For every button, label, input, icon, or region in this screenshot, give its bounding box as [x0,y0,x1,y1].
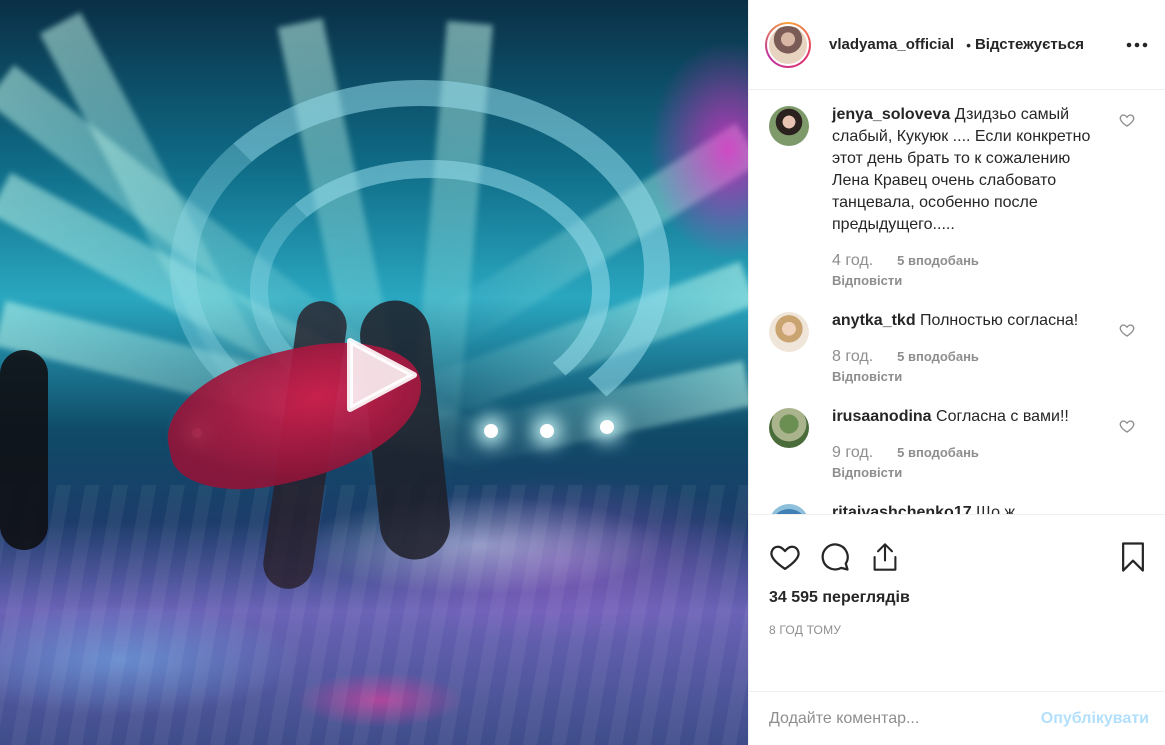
post-actions: 34 595 переглядів 8 ГОД ТОМУ [749,514,1165,691]
comment-text: Дзидзьо самый слабый, Кукуюк .... Если к… [832,106,1091,233]
comment-text: Що ж [976,504,1016,514]
save-button[interactable] [1117,541,1149,573]
commenter-avatar[interactable] [769,504,809,514]
comment-likes[interactable]: 5 вподобань [897,253,979,268]
comment-reply-button[interactable]: Відповісти [832,465,1102,480]
author-username[interactable]: vladyama_official [829,36,954,53]
more-options-button[interactable] [1125,35,1149,55]
instagram-post-modal: vladyama_official • Відстежується jenya_… [0,0,1165,745]
add-comment-bar: Опублікувати [749,691,1165,745]
comment-icon [821,543,849,571]
comment-likes[interactable]: 5 вподобань [897,349,979,364]
comment-input[interactable] [769,709,1041,728]
comment-like-icon[interactable] [1119,112,1135,128]
comment-username[interactable]: irusaanodina [832,408,932,425]
comment-text: Полностью согласна! [920,312,1079,329]
play-button[interactable] [335,330,425,420]
views-count[interactable]: 34 595 переглядів [769,589,1149,607]
header-separator: • [966,36,971,53]
post-timestamp[interactable]: 8 ГОД ТОМУ [769,623,1149,637]
play-icon [347,338,417,412]
commenter-avatar[interactable] [769,408,809,448]
comment-time[interactable]: 9 год. [832,444,873,462]
comment-reply-button[interactable]: Відповісти [832,369,1102,384]
commenter-avatar[interactable] [769,106,809,146]
comment-time[interactable]: 4 год. [832,252,873,270]
like-button[interactable] [769,541,801,573]
comment-username[interactable]: jenya_soloveva [832,106,950,123]
commenter-avatar[interactable] [769,312,809,352]
comment-button[interactable] [819,541,851,573]
comment-item: jenya_soloveva Дзидзьо самый слабый, Кук… [769,104,1149,288]
video-player[interactable] [0,0,748,745]
comment-username[interactable]: anytka_tkd [832,312,916,329]
comment-item: ritaivashchenko17 Що ж [769,502,1149,514]
publish-button[interactable]: Опублікувати [1041,710,1149,728]
share-button[interactable] [869,541,901,573]
follow-status-button[interactable]: Відстежується [975,36,1084,53]
comment-text-block: ritaivashchenko17 Що ж [832,502,1102,514]
comment-item: irusaanodina Согласна с вами!! 9 год. 5 … [769,406,1149,480]
comment-text: Согласна с вами!! [936,408,1069,425]
comment-text-block: irusaanodina Согласна с вами!! [832,406,1102,428]
comment-like-icon[interactable] [1119,322,1135,338]
post-header: vladyama_official • Відстежується [749,0,1165,90]
save-bookmark-icon [1122,542,1144,572]
comment-text-block: anytka_tkd Полностью согласна! [832,310,1102,332]
post-side-panel: vladyama_official • Відстежується jenya_… [748,0,1165,745]
more-options-icon [1126,42,1148,47]
comment-text-block: jenya_soloveva Дзидзьо самый слабый, Кук… [832,104,1102,236]
comment-time[interactable]: 8 год. [832,348,873,366]
comments-list[interactable]: jenya_soloveva Дзидзьо самый слабый, Кук… [749,90,1165,514]
comment-like-icon[interactable] [1119,418,1135,434]
comment-username[interactable]: ritaivashchenko17 [832,504,972,514]
comment-likes[interactable]: 5 вподобань [897,445,979,460]
comment-reply-button[interactable]: Відповісти [832,273,1102,288]
comment-item: anytka_tkd Полностью согласна! 8 год. 5 … [769,310,1149,384]
author-avatar[interactable] [765,21,811,68]
share-icon [873,543,897,571]
like-heart-icon [770,545,800,570]
